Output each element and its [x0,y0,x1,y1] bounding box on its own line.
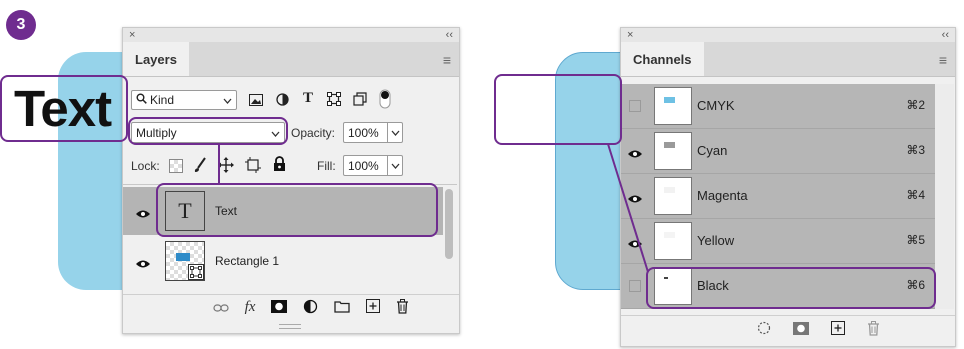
channel-shortcut: ⌘2 [906,98,925,112]
channel-row-yellow[interactable]: Yellow ⌘5 [621,219,935,264]
opacity-label: Opacity: [291,126,336,140]
filter-toggle-icon[interactable] [379,89,391,114]
tab-layers[interactable]: Layers [123,42,189,76]
text-layer-highlight [156,183,438,237]
opacity-field[interactable]: 100% [343,122,403,143]
smart-object-filter-icon[interactable] [353,92,367,111]
channel-name: Magenta [697,188,748,203]
layer-name[interactable]: Rectangle 1 [215,254,279,268]
channel-shortcut: ⌘5 [906,233,925,247]
chevron-down-icon[interactable] [387,156,402,175]
black-channel-highlight [646,267,936,309]
channels-scroll-gutter [935,84,954,309]
connector-line [607,143,649,273]
adjustment-icon[interactable] [303,299,318,317]
cyan-shape-callout [494,74,622,145]
thumbnail-mark [664,142,675,148]
type-filter-icon[interactable]: T [303,90,313,107]
fill-field[interactable]: 100% [343,155,403,176]
channel-name: Cyan [697,143,728,158]
close-icon[interactable]: × [129,29,135,41]
new-channel-icon[interactable] [830,321,845,338]
trash-icon[interactable] [396,298,409,317]
move-icon[interactable] [218,157,234,178]
layer-row-rectangle[interactable]: Rectangle 1 [123,237,443,285]
channel-name: Yellow [697,233,735,248]
channel-name: CMYK [697,98,735,113]
panel-menu-icon[interactable]: ≡ [939,52,947,68]
chevron-down-icon [223,93,232,107]
panel-menu-icon[interactable]: ≡ [443,52,451,68]
kind-label: Kind [150,93,175,107]
lock-transparency-icon[interactable] [169,159,183,173]
cmyk-thumbnail [654,87,692,125]
channel-row-cyan[interactable]: Cyan ⌘3 [621,129,935,174]
save-selection-icon[interactable] [792,321,809,338]
folder-icon[interactable] [334,300,351,316]
step-badge: 3 [6,10,36,40]
new-layer-icon[interactable] [366,299,381,316]
channel-row-cmyk[interactable]: CMYK ⌘2 [621,84,935,129]
tab-channels[interactable]: Channels [621,42,704,76]
resize-grip[interactable] [279,324,301,329]
layers-footer: fx [123,294,459,320]
kind-filter-dropdown[interactable]: Kind [131,90,237,110]
collapse-icon[interactable]: ‹‹ [942,29,949,41]
thumbnail-mark [664,97,675,103]
visibility-toggle[interactable] [629,100,641,112]
collapse-icon[interactable]: ‹‹ [446,29,453,41]
channel-shortcut: ⌘3 [906,143,925,157]
adjustment-filter-icon[interactable] [276,93,289,111]
layers-scrollbar[interactable] [445,189,453,259]
link-icon[interactable] [212,300,229,316]
panel-header-strip: × ‹‹ [123,28,459,42]
search-icon [136,93,147,107]
panel-header-strip: × ‹‹ [621,28,955,42]
rectangle-preview [176,253,190,261]
eye-icon[interactable] [135,256,151,268]
blend-mode-highlight [128,117,288,145]
opacity-value: 100% [348,125,379,140]
thumbnail-mark [664,187,675,193]
image-filter-icon[interactable] [249,93,263,111]
fill-label: Fill: [317,159,336,173]
shape-badge-icon [188,264,204,285]
visibility-toggle[interactable] [629,280,641,292]
tab-bar: Channels ≡ [621,42,955,77]
fill-value: 100% [348,158,379,173]
tab-bar: Layers ≡ [123,42,459,77]
eye-icon[interactable] [135,206,151,218]
lock-label: Lock: [131,159,160,173]
delete-channel-icon[interactable] [867,320,880,339]
lock-row: Lock: Fill: 100% [131,154,451,178]
channel-row-magenta[interactable]: Magenta ⌘4 [621,174,935,219]
connector-line [218,145,220,185]
lock-all-icon[interactable] [273,156,286,177]
load-selection-icon[interactable] [757,321,771,338]
artboard-lock-icon[interactable] [245,157,261,178]
brush-icon[interactable] [193,157,207,178]
thumbnail-mark [664,232,675,238]
filter-row: Kind T [131,88,451,112]
mask-icon[interactable] [271,299,288,316]
chevron-down-icon[interactable] [387,123,402,142]
text-preview: Text [14,80,112,137]
rectangle-layer-thumbnail [165,241,205,281]
close-icon[interactable]: × [627,29,633,41]
channels-footer [621,315,955,343]
layers-panel: × ‹‹ Layers ≡ Kind T Multiply Opacity: 1… [122,27,460,334]
shape-filter-icon[interactable] [327,92,341,111]
channel-shortcut: ⌘4 [906,188,925,202]
fx-icon[interactable]: fx [245,299,256,316]
